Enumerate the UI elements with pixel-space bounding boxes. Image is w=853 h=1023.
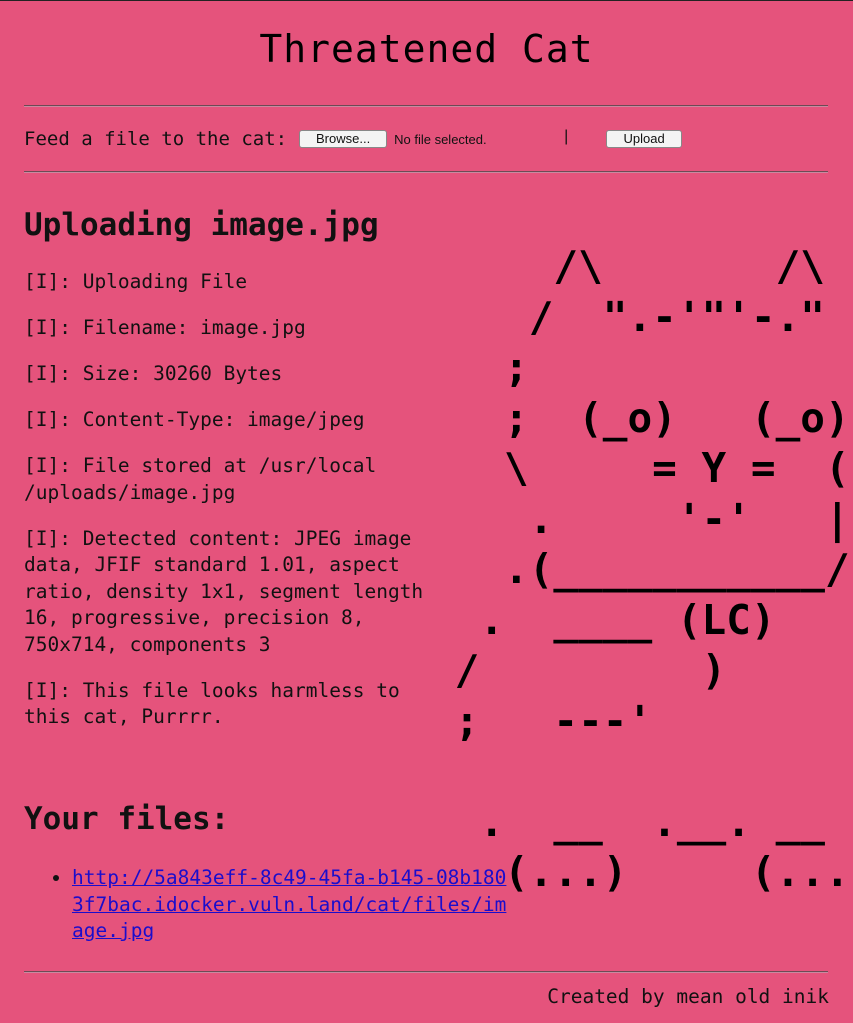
log-line: [I]: Detected content: JPEG image data, … bbox=[24, 526, 424, 656]
ascii-cat-art: /\ /\ / ".-'"'-." ; ; (_o) (_o) \ = Y = … bbox=[454, 242, 853, 896]
divider bbox=[24, 971, 828, 973]
file-list: http://5a843eff-8c49-45fa-b145-08b1803f7… bbox=[48, 865, 512, 945]
log-line: [I]: Content-Type: image/jpeg bbox=[24, 408, 365, 431]
log-line: [I]: Filename: image.jpg bbox=[24, 316, 306, 339]
text-cursor: | bbox=[564, 128, 569, 145]
upload-button[interactable]: Upload bbox=[606, 130, 683, 148]
file-link[interactable]: http://5a843eff-8c49-45fa-b145-08b1803f7… bbox=[72, 866, 506, 942]
upload-log: [I]: Uploading File [I]: Filename: image… bbox=[24, 269, 424, 750]
log-line: [I]: File stored at /usr/local /uploads/… bbox=[24, 454, 377, 504]
divider bbox=[24, 171, 828, 173]
page-title: Threatened Cat bbox=[259, 27, 594, 71]
footer-credit: Created by mean old inik bbox=[547, 985, 829, 1008]
divider bbox=[24, 105, 828, 107]
file-status-text: No file selected. bbox=[394, 131, 487, 147]
upload-prompt: Feed a file to the cat: bbox=[24, 128, 288, 150]
upload-heading: Uploading image.jpg bbox=[24, 207, 379, 243]
log-line: [I]: Size: 30260 Bytes bbox=[24, 362, 283, 385]
files-heading: Your files: bbox=[24, 801, 230, 837]
list-item: http://5a843eff-8c49-45fa-b145-08b1803f7… bbox=[72, 865, 512, 945]
log-line: [I]: Uploading File bbox=[24, 270, 248, 293]
log-line: [I]: This file looks harmless to this ca… bbox=[24, 678, 400, 729]
browse-button[interactable]: Browse... bbox=[299, 130, 388, 148]
upload-form: Feed a file to the cat: Browse... No fil… bbox=[24, 127, 683, 151]
